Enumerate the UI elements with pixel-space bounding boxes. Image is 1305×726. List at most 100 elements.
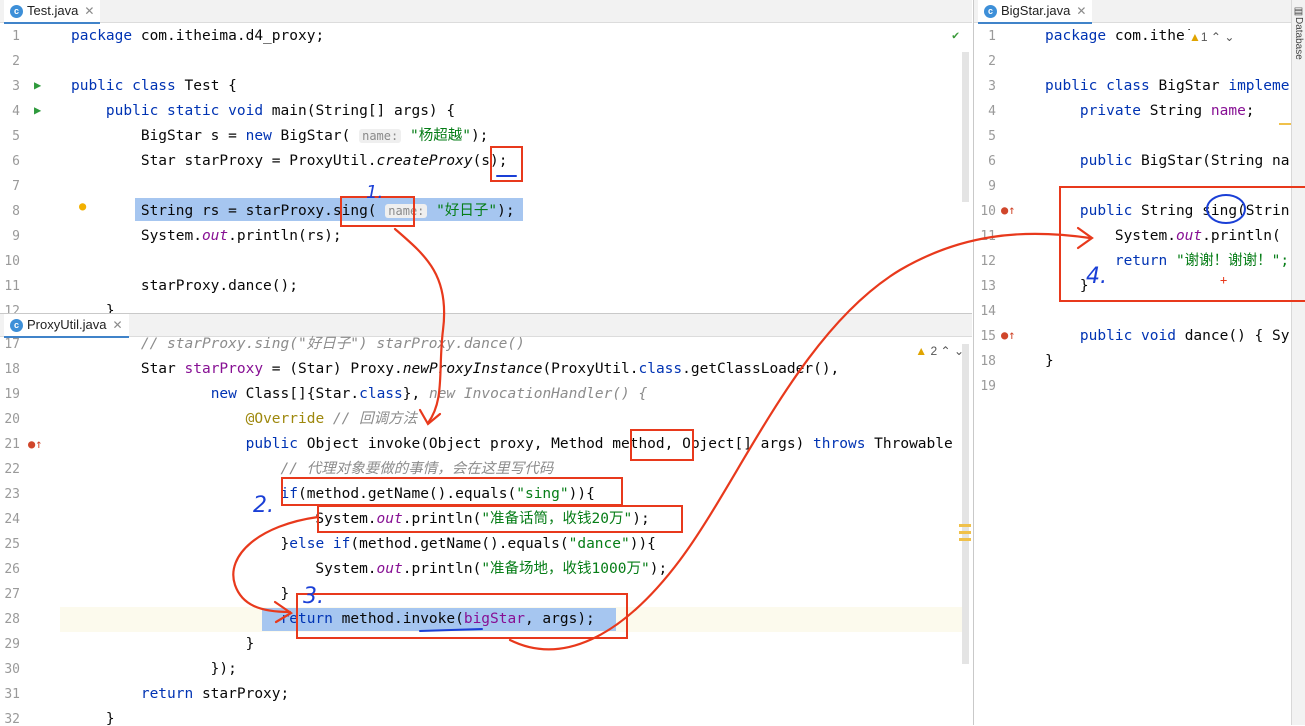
code-line[interactable]: 12 } xyxy=(0,299,972,313)
database-label: Database xyxy=(1293,17,1304,60)
code-text: new Class[]{Star.class}, new InvocationH… xyxy=(71,382,648,407)
code-text: } xyxy=(71,707,115,726)
code-token: "准备场地，收钱1000万" xyxy=(481,561,650,577)
line-number: 8 xyxy=(12,204,20,219)
code-line[interactable]: 21 public Object invoke(Object proxy, Me… xyxy=(0,432,972,457)
code-line[interactable]: 30 }); xyxy=(0,657,972,682)
code-line[interactable]: 8 String rs = starProxy.sing( name: "好日子… xyxy=(0,199,972,224)
chevron-down-icon[interactable]: ⌄ xyxy=(1224,30,1234,44)
code-token: new xyxy=(245,128,281,144)
code-line[interactable]: 14 xyxy=(974,299,1292,324)
close-icon[interactable]: ✕ xyxy=(84,4,94,18)
database-tool-button[interactable]: ▤Database xyxy=(1293,6,1304,60)
test-code-area[interactable]: ▶ ▶ ● ✔ 1 package com.itheima.d4_proxy; 2 3… xyxy=(0,23,972,313)
line-number: 7 xyxy=(12,179,20,194)
scroll-marker xyxy=(1279,123,1291,125)
line-number: 1 xyxy=(988,29,996,44)
annotation-box-argument-s xyxy=(490,146,523,182)
code-line[interactable]: 1 package com.itheima.d4_proxy; xyxy=(0,24,972,49)
code-line[interactable]: 9 System.out.println(rs); xyxy=(0,224,972,249)
line-number: 12 xyxy=(4,304,20,313)
code-line[interactable]: 18} xyxy=(974,349,1292,374)
warning-icon: ▲ xyxy=(915,344,928,358)
line-number: 12 xyxy=(980,254,996,269)
chevron-down-icon[interactable]: ⌄ xyxy=(954,344,964,358)
line-number: 17 xyxy=(4,337,20,352)
bigstar-tab-bar: c BigStar.java ✕ xyxy=(974,0,1292,24)
code-text: @Override // 回调方法 xyxy=(71,407,418,432)
code-text: System.out.println(rs); xyxy=(71,224,342,249)
code-line[interactable]: 2 xyxy=(974,49,1292,74)
code-line[interactable]: 7 xyxy=(0,174,972,199)
annotation-box-if-sing xyxy=(281,477,623,506)
code-line[interactable]: 26 System.out.println("准备场地，收钱1000万"); xyxy=(0,557,972,582)
code-line[interactable]: 19 new Class[]{Star.class}, new Invocati… xyxy=(0,382,972,407)
line-number: 31 xyxy=(4,687,20,702)
line-number: 19 xyxy=(980,379,996,394)
code-token: public xyxy=(245,436,307,452)
code-line[interactable]: 4 public static void main(String[] args)… xyxy=(0,99,972,124)
code-token: BigStar s = xyxy=(71,128,246,144)
code-token: ; xyxy=(1245,103,1255,119)
code-token: else if xyxy=(289,536,351,552)
warning-indicator[interactable]: ▲1 ⌃ ⌄ xyxy=(1186,30,1235,44)
code-token: throws xyxy=(813,436,875,452)
code-token: .getClassLoader(), xyxy=(682,361,840,377)
code-line[interactable]: 3 public class BigStar impleme xyxy=(974,74,1292,99)
code-token: = (Star) Proxy. xyxy=(263,361,403,377)
code-line[interactable]: 6 public BigStar(String na xyxy=(974,149,1292,174)
code-line[interactable]: 25 }else if(method.getName().equals("dan… xyxy=(0,532,972,557)
warning-indicator[interactable]: ▲ 2 ⌃ ⌄ xyxy=(915,344,964,358)
line-number: 9 xyxy=(12,229,20,244)
line-number: 10 xyxy=(980,204,996,219)
code-text: public Object invoke(Object proxy, Metho… xyxy=(71,432,971,457)
code-token: }); xyxy=(71,661,237,677)
code-line[interactable]: 5 xyxy=(974,124,1292,149)
code-line[interactable]: 15 public void dance() { Sy xyxy=(974,324,1292,349)
code-line[interactable]: 32 } xyxy=(0,707,972,726)
tab-test-java[interactable]: c Test.java ✕ xyxy=(4,0,101,24)
code-line[interactable]: 5 BigStar s = new BigStar( name: "杨超越"); xyxy=(0,124,972,149)
code-line[interactable]: 3 public class Test { xyxy=(0,74,972,99)
bigstar-code-area[interactable]: ●↑ ●↑ + 1 package com.itheima 2 3 public cla… xyxy=(974,23,1292,725)
scrollbar-track[interactable] xyxy=(962,52,969,202)
scrollbar-track[interactable] xyxy=(962,344,969,664)
code-token: out xyxy=(201,228,229,244)
chevron-up-icon[interactable]: ⌃ xyxy=(1211,30,1221,44)
code-token: )){ xyxy=(629,536,656,552)
code-text: } xyxy=(1045,349,1054,374)
code-token: .println(rs); xyxy=(228,228,342,244)
code-token: com.itheima.d4_proxy; xyxy=(140,28,325,44)
code-token: public class xyxy=(71,78,185,94)
line-number: 10 xyxy=(4,254,20,269)
code-line[interactable]: 17 // starProxy.sing("好日子") starProxy.da… xyxy=(0,332,972,357)
line-number: 18 xyxy=(4,362,20,377)
line-number: 9 xyxy=(988,179,996,194)
code-line[interactable]: 6 Star starProxy = ProxyUtil.createProxy… xyxy=(0,149,972,174)
code-line[interactable]: 19 xyxy=(974,374,1292,399)
code-line[interactable]: 2 xyxy=(0,49,972,74)
tab-bigstar-java[interactable]: c BigStar.java ✕ xyxy=(978,0,1093,24)
code-token: } xyxy=(71,586,290,602)
line-number: 5 xyxy=(988,129,996,144)
code-line[interactable]: 31 return starProxy; xyxy=(0,682,972,707)
line-number: 4 xyxy=(12,104,20,119)
code-token: name xyxy=(1210,103,1246,119)
code-line[interactable]: 18 Star starProxy = (Star) Proxy.newProx… xyxy=(0,357,972,382)
code-line[interactable]: 1 package com.itheima xyxy=(974,24,1292,49)
bigstar-editor-pane: c BigStar.java ✕ ▲1 ⌃ ⌄ ●↑ ●↑ + 1 package c… xyxy=(973,0,1292,725)
code-line[interactable]: 11 starProxy.dance(); xyxy=(0,274,972,299)
code-text: package com.itheima.d4_proxy; xyxy=(71,24,324,49)
code-line[interactable]: 20 @Override // 回调方法 xyxy=(0,407,972,432)
code-line[interactable]: 4 private String name; xyxy=(974,99,1292,124)
code-line[interactable]: 10 xyxy=(0,249,972,274)
close-icon[interactable]: ✕ xyxy=(112,318,122,332)
code-token: "好日子" xyxy=(436,203,498,219)
close-icon[interactable]: ✕ xyxy=(1076,4,1086,18)
chevron-up-icon[interactable]: ⌃ xyxy=(941,344,951,358)
code-text: public class Test { xyxy=(71,74,237,99)
line-number: 26 xyxy=(4,562,20,577)
